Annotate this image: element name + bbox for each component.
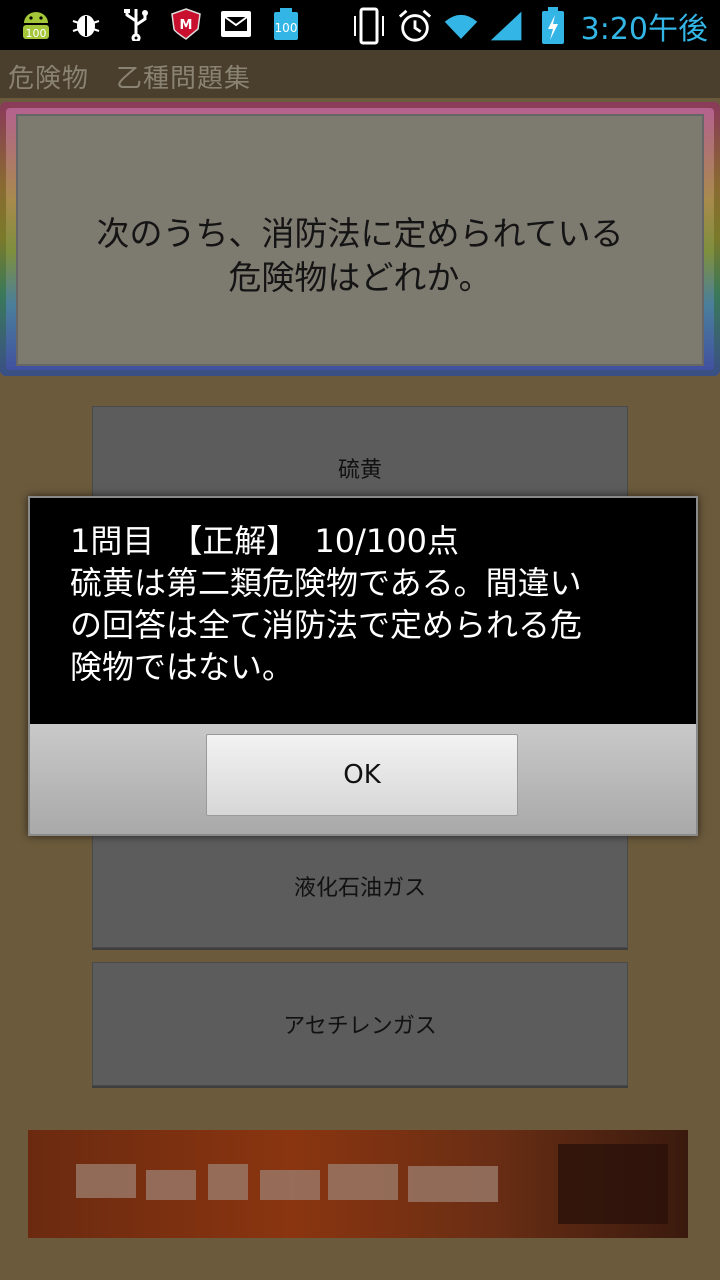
battery-100-icon: 100 bbox=[268, 6, 304, 42]
mcafee-icon: M bbox=[168, 6, 204, 42]
choice-label: アセチレンガス bbox=[283, 1014, 437, 1039]
status-bar: 100 M 100 3:20午後 bbox=[0, 0, 720, 50]
status-right-icons: 3:20午後 bbox=[351, 4, 708, 48]
choice-button-2[interactable]: 液化石油ガス bbox=[92, 824, 628, 948]
dialog-footer: OK bbox=[30, 724, 696, 834]
result-dialog: 1問目 【正解】 10/100点 硫黄は第二類危険物である。間違い の回答は全て… bbox=[28, 496, 698, 836]
ok-button[interactable]: OK bbox=[206, 734, 518, 816]
question-frame: 次のうち、消防法に定められている 危険物はどれか。 bbox=[0, 102, 720, 376]
dialog-message: 1問目 【正解】 10/100点 硫黄は第二類危険物である。間違い の回答は全て… bbox=[70, 520, 660, 688]
choice-button-3[interactable]: アセチレンガス bbox=[92, 962, 628, 1086]
alarm-icon bbox=[397, 8, 433, 44]
usb-icon bbox=[118, 6, 154, 42]
app-title: 危険物 乙種問題集 bbox=[8, 64, 252, 94]
svg-text:100: 100 bbox=[26, 27, 47, 40]
ad-banner[interactable] bbox=[28, 1130, 688, 1238]
question-text: 次のうち、消防法に定められている 危険物はどれか。 bbox=[96, 214, 624, 297]
mail-icon bbox=[218, 6, 254, 42]
android-icon: 100 bbox=[18, 6, 54, 42]
result-header: 1問目 【正解】 10/100点 bbox=[70, 522, 459, 560]
action-bar: 危険物 乙種問題集 bbox=[0, 50, 720, 98]
vibrate-icon bbox=[351, 7, 387, 45]
bug-icon bbox=[68, 6, 104, 42]
clock: 3:20午後 bbox=[580, 12, 708, 47]
svg-text:M: M bbox=[180, 18, 193, 33]
svg-text:100: 100 bbox=[275, 21, 298, 35]
question-box: 次のうち、消防法に定められている 危険物はどれか。 bbox=[16, 114, 704, 366]
wifi-icon bbox=[443, 8, 479, 44]
battery-charging-icon bbox=[535, 7, 571, 44]
choice-label: 硫黄 bbox=[337, 458, 382, 483]
choice-label: 液化石油ガス bbox=[293, 876, 426, 901]
status-left-icons: 100 M 100 bbox=[18, 6, 304, 42]
signal-icon bbox=[489, 8, 525, 44]
